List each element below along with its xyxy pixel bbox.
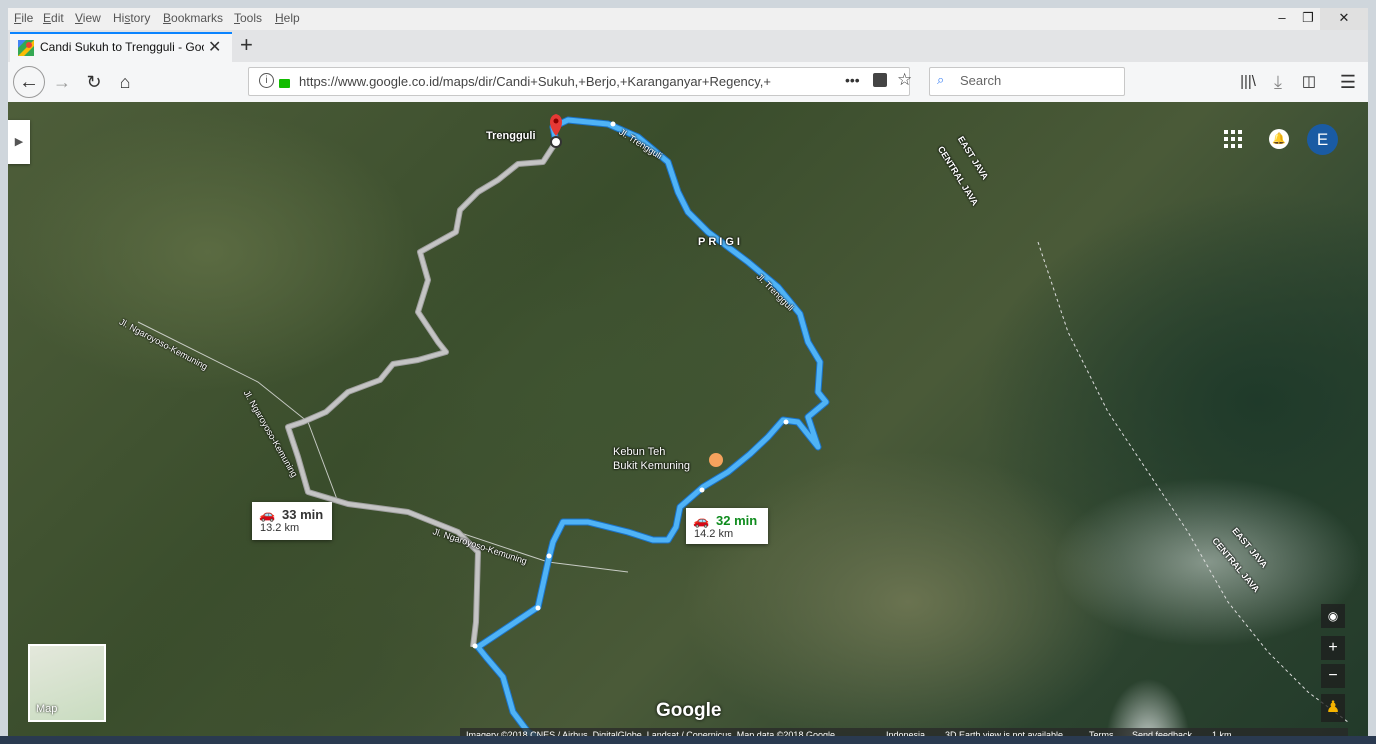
- route-alternate[interactable]: [285, 140, 559, 648]
- reload-button[interactable]: ↻: [80, 68, 108, 96]
- route-primary-time: 32 min: [716, 513, 758, 528]
- tab-close-icon[interactable]: ✕: [208, 37, 221, 57]
- waypoint-dot: [546, 553, 552, 559]
- route-alternate-info[interactable]: 🚗 33 min 13.2 km: [252, 502, 332, 540]
- my-location-icon[interactable]: ◉: [1321, 604, 1345, 628]
- waypoint-dot: [472, 643, 478, 649]
- downloads-icon[interactable]: ⤓: [1264, 68, 1292, 96]
- map-type-toggle[interactable]: Map: [28, 644, 106, 722]
- map-canvas[interactable]: Trengguli Kebun Teh Bukit Kemuning PRIGI…: [8, 102, 1368, 744]
- menu-file[interactable]: File: [14, 11, 33, 25]
- menu-tools[interactable]: Tools: [234, 11, 262, 25]
- tab-maps[interactable]: Candi Sukuh to Trengguli - Goo ✕: [10, 32, 232, 62]
- menu-view[interactable]: View: [75, 11, 101, 25]
- pocket-icon[interactable]: [873, 73, 887, 87]
- google-apps-icon[interactable]: [1224, 130, 1242, 148]
- route-primary-info[interactable]: 🚗 32 min 14.2 km: [686, 508, 768, 544]
- zoom-in-button[interactable]: +: [1321, 636, 1345, 660]
- bookmark-star-icon[interactable]: ☆: [897, 70, 912, 90]
- destination-circle-icon[interactable]: [550, 136, 562, 148]
- tab-title: Candi Sukuh to Trengguli - Goo: [40, 40, 204, 54]
- route-alternate-inner: [286, 140, 558, 648]
- menu-hamburger-icon[interactable]: ☰: [1334, 68, 1362, 96]
- side-panel-toggle-button[interactable]: ▶: [8, 120, 30, 164]
- info-icon[interactable]: i: [259, 73, 274, 88]
- province-border: [1037, 241, 1349, 723]
- search-input[interactable]: [958, 72, 1122, 89]
- menu-help[interactable]: Help: [275, 11, 300, 25]
- waypoint-dot: [699, 487, 705, 493]
- route-primary[interactable]: [475, 117, 829, 744]
- home-button[interactable]: ⌂: [111, 68, 139, 96]
- car-icon: 🚗: [693, 513, 710, 528]
- menu-history[interactable]: History: [113, 11, 150, 25]
- destination-label[interactable]: Trengguli: [486, 130, 536, 142]
- minimize-button[interactable]: –: [1270, 8, 1294, 30]
- os-taskbar: [0, 736, 1376, 744]
- url-bar[interactable]: i https://www.google.co.id/maps/dir/Cand…: [248, 67, 912, 96]
- tea-plantation-marker-icon[interactable]: [709, 453, 723, 467]
- restore-button[interactable]: ❐: [1296, 8, 1320, 30]
- map-type-label: Map: [36, 703, 58, 715]
- route-alternate-time: 33 min: [282, 507, 324, 522]
- area-label: PRIGI: [698, 236, 743, 248]
- route-primary-distance: 14.2 km: [694, 528, 734, 540]
- page-actions-icon[interactable]: •••: [845, 72, 860, 88]
- sidebar-icon[interactable]: ◫: [1295, 68, 1323, 96]
- new-tab-button[interactable]: +: [240, 32, 253, 58]
- pin-center: [553, 118, 559, 124]
- place-label-line1[interactable]: Kebun Teh: [613, 446, 665, 458]
- google-logo: Google: [656, 700, 722, 721]
- back-button[interactable]: ←: [13, 66, 45, 98]
- browser-window: File Edit View History Bookmarks Tools H…: [8, 8, 1368, 744]
- forward-button[interactable]: →: [48, 68, 76, 96]
- account-avatar[interactable]: E: [1307, 124, 1338, 155]
- lock-icon: [279, 79, 290, 88]
- search-bar[interactable]: ⌕: [929, 67, 1125, 96]
- waypoint-dot: [783, 419, 789, 425]
- place-label-line2[interactable]: Bukit Kemuning: [613, 460, 690, 472]
- menu-edit[interactable]: Edit: [43, 11, 64, 25]
- navigation-toolbar: ← → ↻ ⌂ i https://www.google.co.id/maps/…: [8, 62, 1368, 103]
- notifications-bell-icon[interactable]: 🔔: [1269, 129, 1289, 149]
- route-alternate-distance: 13.2 km: [260, 522, 300, 534]
- menu-bookmarks[interactable]: Bookmarks: [163, 11, 223, 25]
- tab-bar: Candi Sukuh to Trengguli - Goo ✕ +: [8, 30, 1368, 62]
- waypoint-dot: [610, 121, 616, 127]
- car-icon: 🚗: [259, 507, 276, 522]
- map-overlay: [137, 114, 1349, 744]
- street-view-pegman-icon[interactable]: ♟: [1321, 694, 1345, 722]
- library-icon[interactable]: |||\: [1234, 68, 1262, 96]
- url-text[interactable]: https://www.google.co.id/maps/dir/Candi+…: [299, 74, 809, 89]
- zoom-out-button[interactable]: −: [1321, 664, 1345, 688]
- google-maps-favicon-icon: [18, 40, 34, 56]
- menu-bar: File Edit View History Bookmarks Tools H…: [8, 8, 1368, 30]
- search-engine-icon[interactable]: ⌕: [937, 72, 944, 88]
- close-window-button[interactable]: ✕: [1320, 8, 1368, 30]
- waypoint-dot: [535, 605, 541, 611]
